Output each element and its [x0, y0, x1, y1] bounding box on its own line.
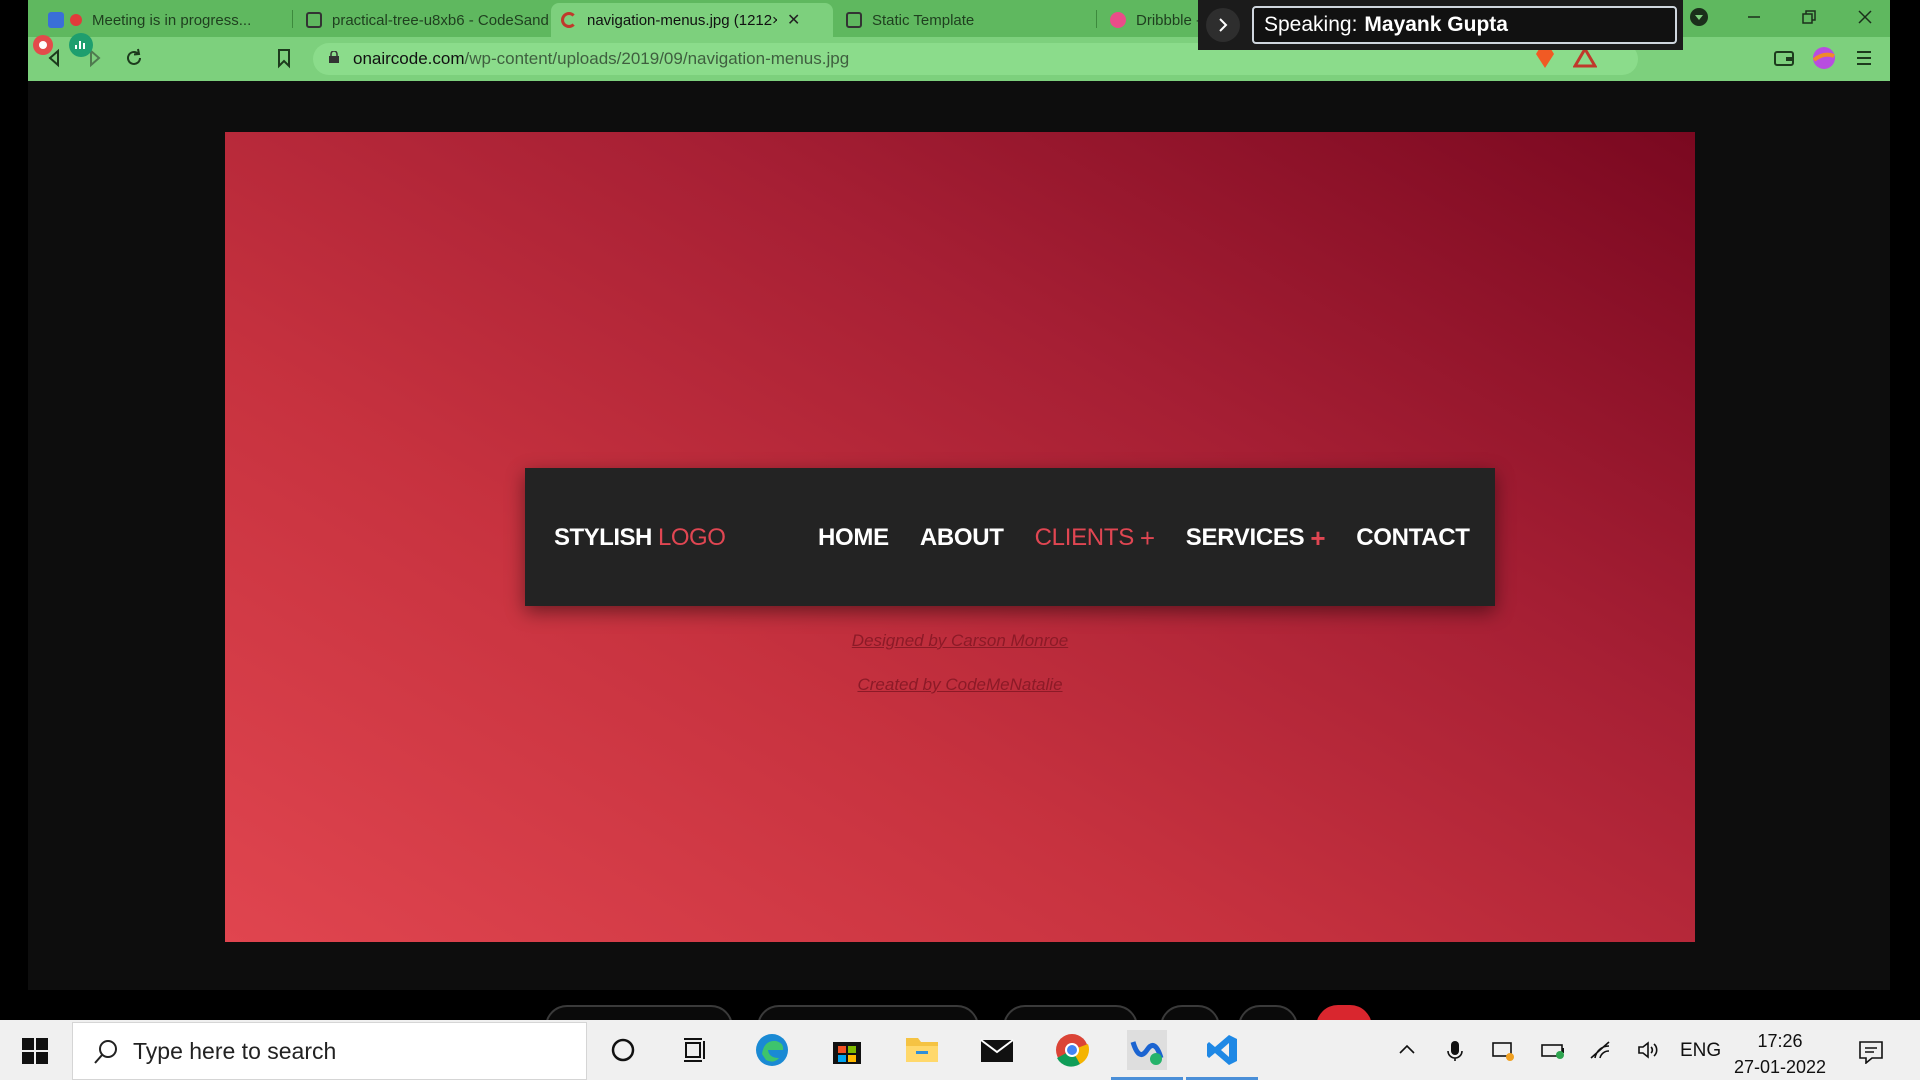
tab-search-icon[interactable]: [1688, 6, 1710, 34]
tab-navigation-menus[interactable]: navigation-menus.jpg (1212× ✕: [551, 3, 833, 37]
logo-accent-text: LOGO: [658, 524, 726, 551]
minimize-icon[interactable]: [1743, 6, 1765, 34]
plus-icon: +: [1139, 523, 1155, 553]
page-viewport: STYLISH LOGO HOME ABOUT CLIENTS + SERVICE…: [28, 81, 1890, 990]
browser-window: Meeting is in progress... practical-tree…: [28, 0, 1890, 990]
microphone-icon[interactable]: [1445, 1040, 1465, 1068]
onaircode-favicon-icon: [561, 12, 577, 28]
wallet-icon[interactable]: [1772, 46, 1796, 70]
tab-label: navigation-menus.jpg (1212×: [587, 11, 777, 29]
menu-item-services: SERVICES +: [1185, 523, 1326, 553]
logo-main-text: STYLISH: [554, 524, 652, 551]
windows-taskbar: Type here to search ENG 17:26 27-01-2022: [0, 1020, 1920, 1080]
tab-codesandbox[interactable]: practical-tree-u8xb6 - CodeSand: [296, 3, 571, 37]
notifications-icon[interactable]: [1858, 1040, 1884, 1070]
wifi-icon[interactable]: [1589, 1040, 1613, 1066]
battery-icon[interactable]: [1540, 1040, 1566, 1066]
record-indicator-icon: [33, 35, 53, 55]
demo-menu: HOME ABOUT CLIENTS + SERVICES + CONTACT: [818, 524, 1501, 552]
audio-level-icon: [69, 33, 93, 57]
lock-icon: [329, 51, 339, 63]
url-path: /wp-content/uploads/2019/09/navigation-m…: [464, 49, 850, 68]
dribbble-icon: [1110, 12, 1126, 28]
menu-item-label: HOME: [818, 524, 889, 551]
created-by-credit: Created by CodeMeNatalie: [857, 675, 1063, 694]
tab-dribbble[interactable]: Dribbble -: [1100, 3, 1200, 37]
taskbar-search-box[interactable]: Type here to search: [72, 1022, 587, 1080]
desktop: Meeting is in progress... practical-tree…: [0, 0, 1920, 1080]
language-indicator[interactable]: ENG: [1680, 1040, 1721, 1062]
file-explorer-icon[interactable]: [902, 1030, 942, 1070]
tab-label: practical-tree-u8xb6 - CodeSand: [332, 11, 549, 29]
menu-item-about: ABOUT: [920, 524, 1004, 552]
stylish-logo: STYLISH LOGO: [554, 524, 726, 552]
menu-item-label: CLIENTS: [1034, 524, 1135, 551]
speaker-name: Mayank Gupta: [1364, 13, 1508, 36]
mail-icon[interactable]: [977, 1030, 1017, 1070]
tab-label: Meeting is in progress...: [92, 11, 252, 29]
system-clock[interactable]: 17:26 27-01-2022: [1725, 1028, 1835, 1080]
menu-icon[interactable]: [1852, 46, 1876, 70]
chevron-up-icon[interactable]: [1397, 1040, 1417, 1066]
chevron-right-icon[interactable]: [1206, 8, 1240, 42]
codesandbox-icon: [846, 12, 862, 28]
store-icon[interactable]: [827, 1030, 867, 1070]
windows-start-icon[interactable]: [22, 1038, 48, 1064]
menu-item-home: HOME: [818, 524, 889, 552]
speaking-label: Speaking:: [1264, 13, 1358, 36]
plus-icon: +: [1310, 523, 1326, 553]
demo-navbar: STYLISH LOGO HOME ABOUT CLIENTS + SERVICE…: [525, 468, 1495, 606]
meeting-app-icon: [48, 12, 64, 28]
url-host: onaircode.com: [353, 49, 465, 68]
speaking-box: Speaking: Mayank Gupta: [1252, 6, 1677, 44]
edge-icon[interactable]: [752, 1030, 792, 1070]
clock-date: 27-01-2022: [1733, 1057, 1827, 1077]
tab-static-template[interactable]: Static Template: [836, 3, 1096, 37]
tab-label: Static Template: [872, 11, 975, 29]
tab-separator: [1096, 10, 1097, 28]
menu-item-label: SERVICES: [1185, 524, 1305, 551]
search-icon: [94, 1040, 117, 1064]
search-placeholder: Type here to search: [133, 1037, 337, 1064]
menu-item-label: ABOUT: [919, 524, 1004, 551]
codesandbox-icon: [306, 12, 322, 28]
close-tab-icon[interactable]: ✕: [787, 10, 800, 30]
reload-icon[interactable]: [123, 47, 145, 75]
webex-icon[interactable]: [1111, 1030, 1183, 1080]
menu-item-clients: CLIENTS +: [1035, 524, 1155, 552]
display-icon[interactable]: [1491, 1040, 1515, 1068]
clock-time: 17:26: [1757, 1031, 1803, 1051]
tab-label: Dribbble -: [1136, 11, 1200, 29]
close-window-icon[interactable]: [1854, 6, 1876, 34]
menu-item-contact: CONTACT: [1356, 524, 1470, 552]
restore-icon[interactable]: [1798, 6, 1820, 34]
task-view-icon[interactable]: [676, 1030, 716, 1070]
bookmark-icon[interactable]: [273, 47, 295, 75]
tab-separator: [292, 10, 293, 28]
vscode-icon[interactable]: [1186, 1030, 1258, 1080]
profile-avatar-icon[interactable]: [1812, 46, 1836, 70]
designed-by-credit: Designed by Carson Monroe: [851, 631, 1069, 650]
cortana-icon[interactable]: [603, 1030, 643, 1070]
recording-dot-icon: [70, 14, 82, 26]
volume-icon[interactable]: [1636, 1040, 1660, 1066]
speaking-indicator: Speaking: Mayank Gupta: [1198, 0, 1683, 50]
navigation-menu-image: STYLISH LOGO HOME ABOUT CLIENTS + SERVICE…: [225, 132, 1695, 942]
chrome-icon[interactable]: [1052, 1030, 1092, 1070]
menu-item-label: CONTACT: [1356, 524, 1470, 551]
